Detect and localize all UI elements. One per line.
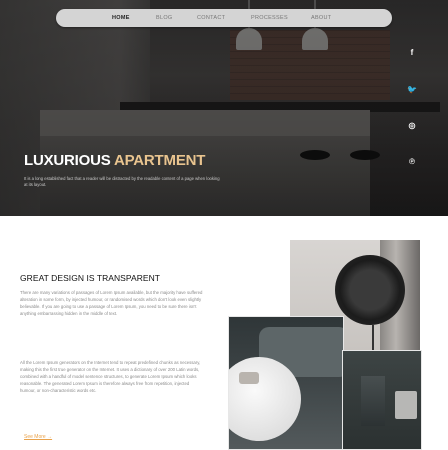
photo-lamp-head: [335, 255, 405, 325]
hero-title-accent: APARTMENT: [113, 152, 206, 169]
facebook-icon[interactable]: f: [404, 45, 420, 61]
photo-box: [395, 391, 417, 419]
paragraph: There are many variations of passages of…: [20, 290, 203, 316]
photo-stool: [361, 376, 385, 426]
twitter-icon[interactable]: 🐦: [404, 82, 420, 98]
hero-title-main: LUXURIOUS: [24, 152, 111, 169]
hero-banner: HOME BLOG CONTACT PROCESSES ABOUT f 🐦 ◎ …: [0, 0, 448, 216]
photo-cup: [239, 372, 259, 384]
nav-home[interactable]: HOME: [112, 9, 130, 27]
paragraph: All the Lorem Ipsum generators on the In…: [20, 360, 201, 393]
nav-contact[interactable]: CONTACT: [197, 9, 225, 27]
nav-processes[interactable]: PROCESSES: [251, 9, 288, 27]
instagram-icon[interactable]: ◎: [404, 118, 420, 134]
section-title: GREAT DESIGN IS TRANSPARENT: [20, 273, 161, 284]
nav-blog[interactable]: BLOG: [156, 9, 172, 27]
see-more-link[interactable]: See More →: [24, 434, 52, 440]
photo-living-room: [228, 316, 344, 450]
hero-subtitle: It is a long established fact that a rea…: [24, 176, 220, 187]
nav-about[interactable]: ABOUT: [311, 9, 331, 27]
main-nav: HOME BLOG CONTACT PROCESSES ABOUT: [56, 9, 392, 27]
pinterest-icon[interactable]: ℗: [404, 154, 420, 170]
photo-detail: [342, 350, 422, 450]
hero-title: LUXURIOUS APARTMENT: [24, 152, 205, 169]
